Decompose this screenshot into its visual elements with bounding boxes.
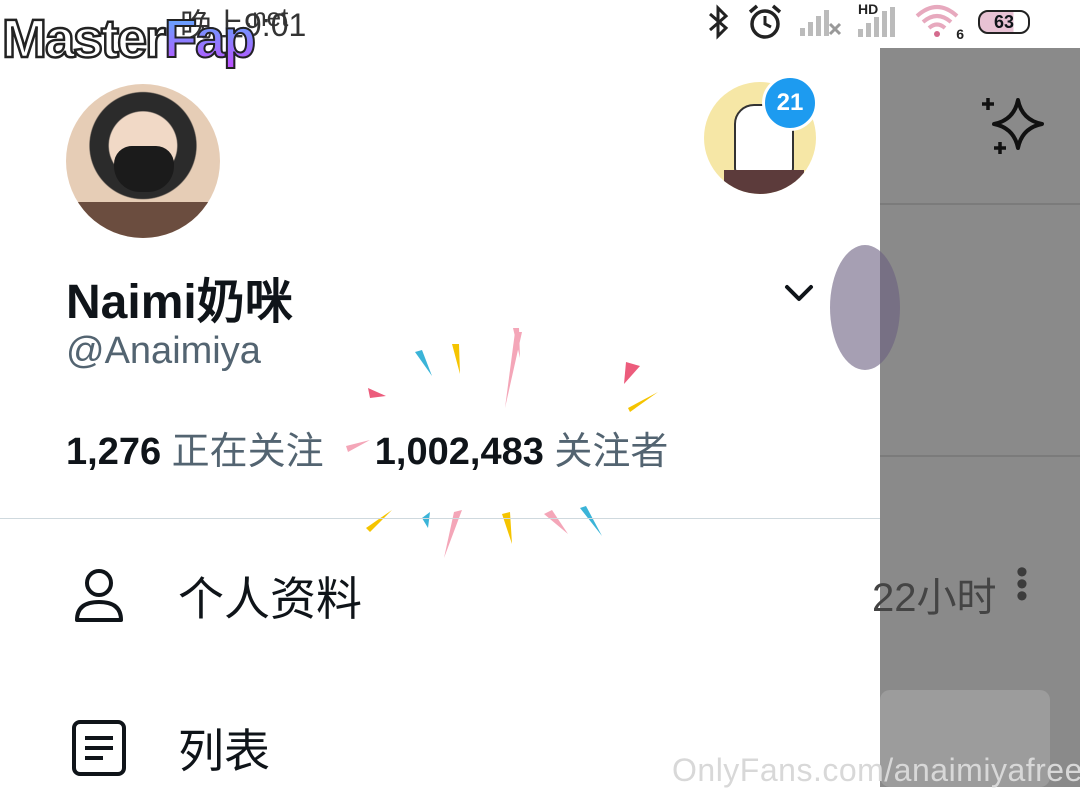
signal-icon bbox=[800, 10, 842, 36]
background-divider bbox=[880, 203, 1080, 205]
battery-indicator: 63 bbox=[978, 10, 1030, 34]
avatar-mask-detail bbox=[114, 146, 174, 192]
list-icon bbox=[66, 715, 132, 781]
background-overlay[interactable] bbox=[880, 48, 1080, 787]
more-options-icon[interactable]: • • • bbox=[1016, 555, 1028, 613]
wifi-icon: 6 bbox=[914, 4, 964, 42]
watermark-logo-part2: Fap bbox=[163, 8, 257, 70]
followers-count[interactable]: 1,002,483 bbox=[375, 431, 544, 473]
following-count[interactable]: 1,276 bbox=[66, 431, 161, 473]
alarm-icon bbox=[748, 4, 782, 39]
profile-avatar[interactable] bbox=[66, 84, 220, 238]
user-handle: @Anaimiya bbox=[66, 330, 261, 372]
watermark-logo-part1: Master bbox=[1, 8, 168, 71]
following-label[interactable]: 正在关注 bbox=[172, 431, 324, 473]
network-label: HD bbox=[858, 1, 879, 17]
background-avatar bbox=[830, 245, 900, 370]
sparkle-icon[interactable] bbox=[980, 94, 1050, 158]
follow-stats: 1,276 正在关注 1,002,483 关注者 bbox=[66, 420, 668, 475]
hd-signal-icon: HD bbox=[856, 1, 900, 39]
menu-item-label: 列表 bbox=[178, 725, 270, 777]
person-icon bbox=[66, 563, 132, 629]
status-icons: HD 6 63 bbox=[706, 1, 1030, 42]
background-timestamp: 22小时 bbox=[872, 576, 997, 620]
notification-badge: 21 bbox=[762, 75, 818, 131]
watermark-logo: MasterFap bbox=[1, 8, 257, 71]
footer-watermark: OnlyFans.com/anaimiyafree bbox=[672, 752, 1080, 788]
cat-avatar-body bbox=[724, 170, 804, 194]
background-divider bbox=[880, 455, 1080, 457]
menu-item-profile[interactable]: 个人资料 bbox=[66, 556, 866, 636]
bluetooth-icon bbox=[709, 4, 729, 40]
display-name: Naimi奶咪 bbox=[66, 276, 293, 329]
drawer-divider bbox=[0, 518, 880, 519]
followers-label[interactable]: 关注者 bbox=[554, 431, 668, 473]
watermark-logo-suffix: .net bbox=[245, 2, 289, 32]
chevron-down-icon[interactable] bbox=[784, 283, 814, 303]
menu-item-label: 个人资料 bbox=[178, 573, 362, 625]
wifi-number: 6 bbox=[956, 26, 964, 42]
avatar-shirt-detail bbox=[66, 202, 220, 238]
